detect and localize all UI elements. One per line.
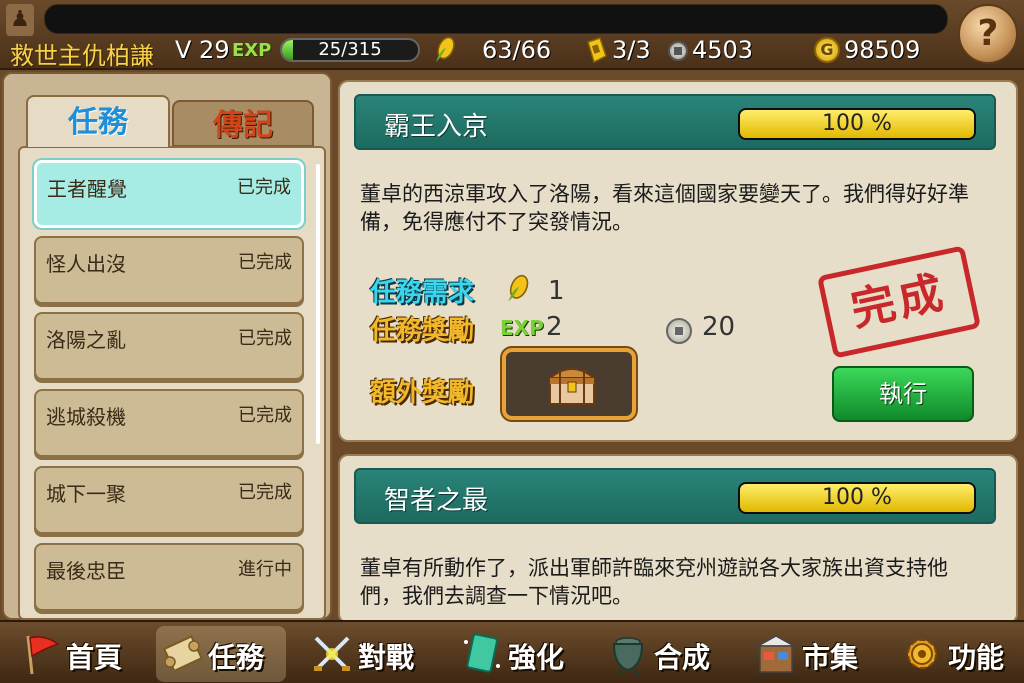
silver-value: 4503 — [692, 36, 754, 64]
quest-item-title: 怪人出沒 — [46, 252, 126, 276]
quest-list-scrollbar[interactable] — [316, 164, 320, 444]
quest-item-status: 已完成 — [238, 482, 292, 503]
extra-reward-slot[interactable] — [502, 348, 636, 420]
nav-label: 對戰 — [358, 641, 415, 674]
silver-coin-icon — [666, 318, 692, 344]
token-icon — [587, 37, 607, 64]
quest-item-title: 最後忠臣 — [46, 559, 126, 583]
nav-enhance[interactable]: 強化 — [456, 626, 580, 682]
crossed-swords-icon — [314, 636, 350, 671]
quest-item-title: 城下一聚 — [46, 482, 126, 506]
reward-coin-value: 20 — [702, 312, 736, 342]
quest-list-item[interactable]: 怪人出沒 已完成 — [34, 236, 304, 304]
silver-coin-icon — [668, 41, 688, 61]
quest-card: 智者之最 100 % 董卓有所動作了，派出軍師許臨來兗州遊説各大家族出資支持他們… — [338, 454, 1018, 624]
player-level: V 29 — [175, 36, 230, 64]
nav-functions[interactable]: 功能 — [896, 626, 1018, 682]
quest-item-status: 已完成 — [237, 177, 291, 198]
quest-list-item[interactable]: 王者醒覺 已完成 — [34, 160, 304, 228]
nav-label: 功能 — [948, 641, 1005, 674]
nav-label: 強化 — [508, 641, 565, 674]
gold-coin-icon: G — [814, 37, 840, 63]
quest-item-status: 已完成 — [238, 328, 292, 349]
quest-list-item[interactable]: 最後忠臣 進行中 — [34, 543, 304, 611]
reward-label: 任務獎勵 — [370, 316, 475, 346]
notification-trough — [44, 4, 948, 34]
market-stall-icon — [755, 635, 797, 673]
quest-description: 董卓有所動作了，派出軍師許臨來兗州遊説各大家族出資支持他們，我們去調查一下情況吧… — [360, 556, 948, 608]
quest-description: 董卓的西涼軍攻入了洛陽，看來這個國家要變天了。我們得好好準備，免得應付不了突發情… — [360, 182, 969, 234]
token-value: 3/3 — [612, 36, 651, 64]
nav-battle[interactable]: 對戰 — [306, 626, 432, 682]
nav-synthesis[interactable]: 合成 — [602, 626, 726, 682]
completed-stamp: 完成 — [816, 245, 982, 359]
reward-exp-value: 2 — [546, 312, 563, 342]
top-status-bar: ♟ ? 救世主仇柏謙 V 29 EXP 25/315 63/66 3/3 450… — [0, 0, 1024, 70]
quest-card-header: 智者之最 100 % — [354, 468, 996, 524]
tab-biography[interactable]: 傳記 — [172, 100, 314, 147]
nav-home[interactable]: 首頁 — [14, 626, 138, 682]
quest-card-header: 霸王入京 100 % — [354, 94, 996, 150]
quest-item-status: 已完成 — [238, 252, 292, 273]
flag-icon — [26, 635, 60, 675]
stamina-value: 63/66 — [482, 36, 552, 64]
help-button[interactable]: ? — [958, 4, 1018, 64]
quest-item-title: 逃城殺機 — [46, 405, 126, 429]
quest-list-item[interactable]: 洛陽之亂 已完成 — [34, 312, 304, 380]
player-avatar-icon[interactable]: ♟ — [6, 4, 34, 36]
quest-list-item[interactable]: 逃城殺機 已完成 — [34, 389, 304, 457]
nav-label: 合成 — [654, 641, 711, 674]
quest-progress-text: 100 % — [822, 111, 892, 136]
gold-value: 98509 — [844, 36, 921, 64]
quest-item-title: 王者醒覺 — [47, 177, 127, 201]
nav-label: 市集 — [802, 641, 859, 674]
corn-icon — [508, 274, 529, 302]
nav-label: 任務 — [208, 641, 265, 674]
cauldron-icon — [612, 637, 644, 676]
quest-card-title: 霸王入京 — [384, 112, 489, 142]
nav-quests[interactable]: 任務 — [156, 626, 286, 682]
quest-item-title: 洛陽之亂 — [46, 328, 126, 352]
bottom-navigation: 首頁 任務 對戰 強化 合成 市集 功能 — [0, 620, 1024, 683]
quest-list-item[interactable]: 城下一聚 已完成 — [34, 466, 304, 534]
quest-item-status: 進行中 — [238, 559, 292, 580]
nav-market[interactable]: 市集 — [750, 626, 876, 682]
quest-card-title: 智者之最 — [384, 486, 489, 516]
execute-button[interactable]: 執行 — [832, 366, 974, 422]
corn-icon — [436, 36, 455, 62]
quest-progress-text: 100 % — [822, 485, 892, 510]
quest-item-status: 已完成 — [238, 405, 292, 426]
exp-value: 25/315 — [318, 39, 382, 60]
quest-card: 霸王入京 100 % 董卓的西涼軍攻入了洛陽，看來這個國家要變天了。我們得好好準… — [338, 80, 1018, 442]
treasure-chest-icon — [547, 368, 597, 405]
quest-list[interactable]: 王者醒覺 已完成 怪人出沒 已完成 洛陽之亂 已完成 逃城殺機 已完成 城下一聚… — [18, 146, 326, 620]
requirement-value: 1 — [548, 276, 565, 306]
scroll-icon — [162, 635, 203, 673]
requirement-label: 任務需求 — [370, 278, 475, 308]
reward-exp-icon: EXP — [500, 316, 544, 340]
tab-quests[interactable]: 任務 — [26, 95, 170, 147]
gear-icon — [907, 639, 937, 669]
exp-label: EXP — [232, 40, 272, 61]
extra-reward-label: 額外獎勵 — [370, 378, 475, 408]
player-name: 救世主仇柏謙 — [10, 42, 154, 70]
gem-card-icon — [464, 633, 500, 673]
nav-label: 首頁 — [66, 641, 123, 674]
